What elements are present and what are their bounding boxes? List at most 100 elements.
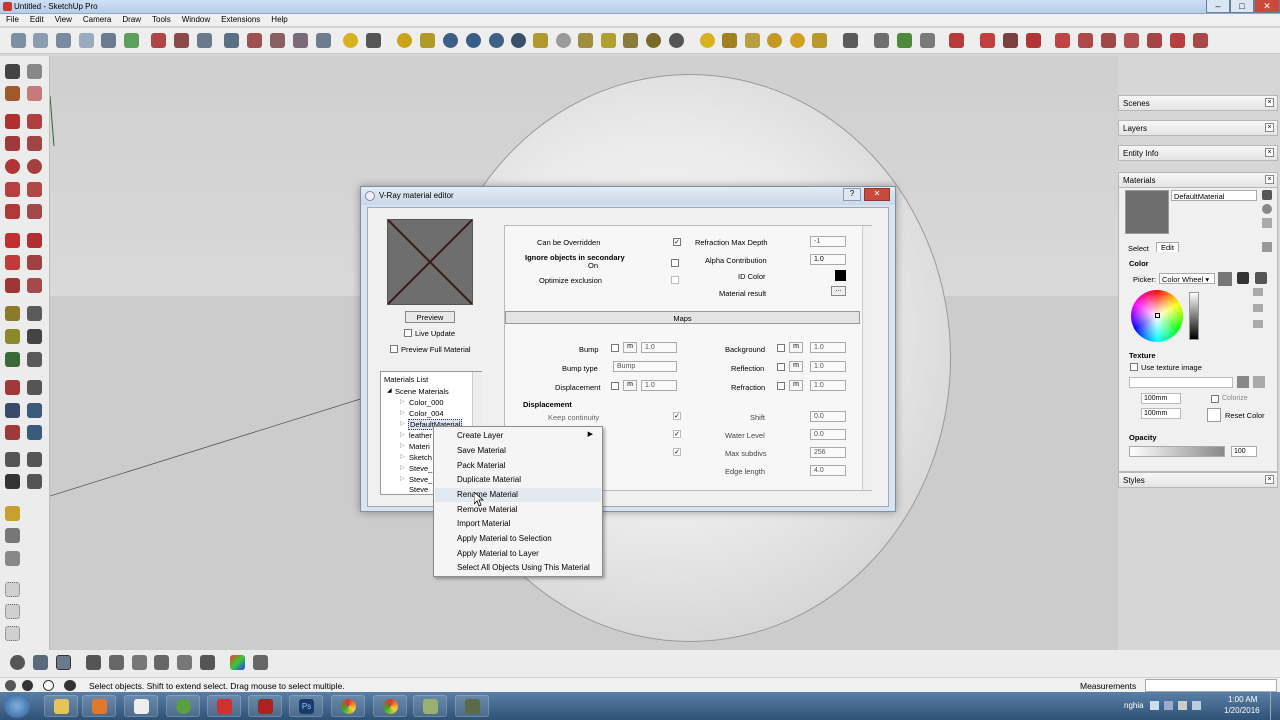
- back-bottom-icon[interactable]: [132, 655, 147, 670]
- push-pull-icon[interactable]: [27, 233, 42, 248]
- tray-network-icon[interactable]: [1150, 701, 1159, 710]
- sandbox-icon[interactable]: [843, 33, 858, 48]
- vray-omni-light-icon[interactable]: [623, 33, 638, 48]
- warehouse-icon[interactable]: [949, 33, 964, 48]
- view-top-icon[interactable]: [33, 33, 48, 48]
- browse-texture-icon[interactable]: [1237, 376, 1249, 388]
- bump-map-button[interactable]: m: [623, 342, 637, 353]
- bump-checkbox[interactable]: [611, 344, 619, 352]
- menu-item-duplicate-material[interactable]: Duplicate Material: [435, 473, 601, 487]
- vray-material-editor-icon[interactable]: [397, 33, 412, 48]
- zoom-icon[interactable]: [5, 403, 20, 418]
- menu-help[interactable]: Help: [265, 14, 292, 24]
- tray-battery-icon[interactable]: [1192, 701, 1201, 710]
- extension-1-icon[interactable]: [980, 33, 995, 48]
- vray-sphere-light-icon[interactable]: [556, 33, 571, 48]
- eraser-icon[interactable]: [27, 86, 42, 101]
- move-icon[interactable]: [5, 233, 20, 248]
- create-material-icon[interactable]: [1262, 190, 1272, 200]
- tree-item[interactable]: Sketch: [409, 453, 432, 462]
- taskbar-photoshop[interactable]: Ps: [289, 695, 323, 717]
- reflection-checkbox[interactable]: [777, 363, 785, 371]
- close-button[interactable]: ✕: [1254, 0, 1280, 13]
- vray-rt-icon[interactable]: [466, 33, 481, 48]
- tray-volume-icon[interactable]: [1178, 701, 1187, 710]
- color-wheel-cursor[interactable]: [1155, 313, 1160, 318]
- layout-icon[interactable]: [5, 551, 20, 566]
- text-icon[interactable]: [27, 329, 42, 344]
- left-bottom-icon[interactable]: [154, 655, 169, 670]
- view-iso-icon[interactable]: [11, 33, 26, 48]
- view-front-icon[interactable]: [56, 33, 71, 48]
- displacement-amount-field[interactable]: 1.0: [641, 380, 677, 391]
- refraction-amount-field[interactable]: 1.0: [810, 380, 846, 391]
- line-tool-icon[interactable]: [5, 114, 20, 129]
- vray-dome-light-icon[interactable]: [646, 33, 661, 48]
- dimension-icon[interactable]: [27, 306, 42, 321]
- protractor-icon[interactable]: [5, 329, 20, 344]
- tree-expand-icon[interactable]: ▷: [400, 431, 405, 438]
- extension-8-icon[interactable]: [1147, 33, 1162, 48]
- vray-ies-light-icon[interactable]: [601, 33, 616, 48]
- default-material-icon[interactable]: [1262, 218, 1272, 228]
- maps-rollout-header[interactable]: Maps: [505, 311, 860, 324]
- menu-item-rename-material[interactable]: Rename Material: [435, 488, 601, 502]
- optimize-exclusion-checkbox[interactable]: [671, 276, 679, 284]
- close-panel-icon[interactable]: ×: [1265, 148, 1274, 157]
- tape-measure-icon[interactable]: [5, 306, 20, 321]
- previous-view-icon[interactable]: [27, 425, 42, 440]
- xray-icon[interactable]: [151, 33, 166, 48]
- minimize-button[interactable]: –: [1206, 0, 1230, 13]
- menu-window[interactable]: Window: [176, 14, 215, 24]
- vray-settings-icon[interactable]: [366, 33, 381, 48]
- scale-icon[interactable]: [5, 278, 20, 293]
- paint-bucket-icon[interactable]: [5, 86, 20, 101]
- vray-focus-icon[interactable]: [812, 33, 827, 48]
- tree-expand-icon[interactable]: ▷: [400, 442, 405, 449]
- styles-panel-header[interactable]: Styles ×: [1118, 472, 1278, 488]
- texture-height-field[interactable]: 100mm: [1141, 408, 1181, 419]
- polygon-icon[interactable]: [27, 159, 42, 174]
- material-name-field[interactable]: DefaultMaterial: [1171, 190, 1257, 201]
- tools-bottom-icon[interactable]: [253, 655, 268, 670]
- eyedropper-icon[interactable]: [1237, 272, 1249, 284]
- match-screen-icon[interactable]: [1253, 304, 1263, 312]
- two-point-arc-icon[interactable]: [27, 182, 42, 197]
- menu-item-import-material[interactable]: Import Material: [435, 517, 601, 531]
- water-level-field[interactable]: 0.0: [810, 429, 846, 440]
- location-icon[interactable]: [897, 33, 912, 48]
- extension-10-icon[interactable]: [1193, 33, 1208, 48]
- use-texture-checkbox[interactable]: [1130, 363, 1138, 371]
- view-right-icon[interactable]: [79, 33, 94, 48]
- menu-draw[interactable]: Draw: [116, 14, 146, 24]
- extension-6-icon[interactable]: [1101, 33, 1116, 48]
- tree-item[interactable]: Color_000: [409, 398, 444, 407]
- materials-panel-header[interactable]: Materials ×: [1118, 172, 1278, 188]
- tree-expand-icon[interactable]: ▷: [400, 398, 405, 405]
- taskbar-media[interactable]: [82, 695, 116, 717]
- help-button[interactable]: ?: [843, 188, 861, 201]
- background-amount-field[interactable]: 1.0: [810, 342, 846, 353]
- reflection-map-button[interactable]: m: [789, 361, 803, 372]
- menu-item-remove-material[interactable]: Remove Material: [435, 503, 601, 517]
- edit-texture-icon[interactable]: [1253, 376, 1265, 388]
- brightness-slider[interactable]: [1189, 292, 1199, 340]
- menu-extensions[interactable]: Extensions: [215, 14, 265, 24]
- extension-5-icon[interactable]: [1078, 33, 1093, 48]
- iso-bottom-icon[interactable]: [33, 655, 48, 670]
- zoom-window-icon[interactable]: [27, 403, 42, 418]
- monochrome-icon[interactable]: [293, 33, 308, 48]
- display-secondary-icon[interactable]: [1262, 204, 1272, 214]
- keep-continuity-checkbox[interactable]: ✓: [673, 412, 681, 420]
- grid-dots-icon[interactable]: [5, 582, 20, 597]
- can-be-overridden-checkbox[interactable]: ✓: [673, 238, 681, 246]
- extension-warehouse-icon[interactable]: [5, 528, 20, 543]
- orbit-icon[interactable]: [5, 380, 20, 395]
- taskbar-app-3[interactable]: [413, 695, 447, 717]
- view-left-icon[interactable]: [124, 33, 139, 48]
- reset-color-button[interactable]: Reset Color: [1225, 411, 1265, 420]
- top-bottom-icon[interactable]: [56, 655, 71, 670]
- vray-render-icon[interactable]: [343, 33, 358, 48]
- follow-me-icon[interactable]: [27, 255, 42, 270]
- right-bottom-icon[interactable]: [109, 655, 124, 670]
